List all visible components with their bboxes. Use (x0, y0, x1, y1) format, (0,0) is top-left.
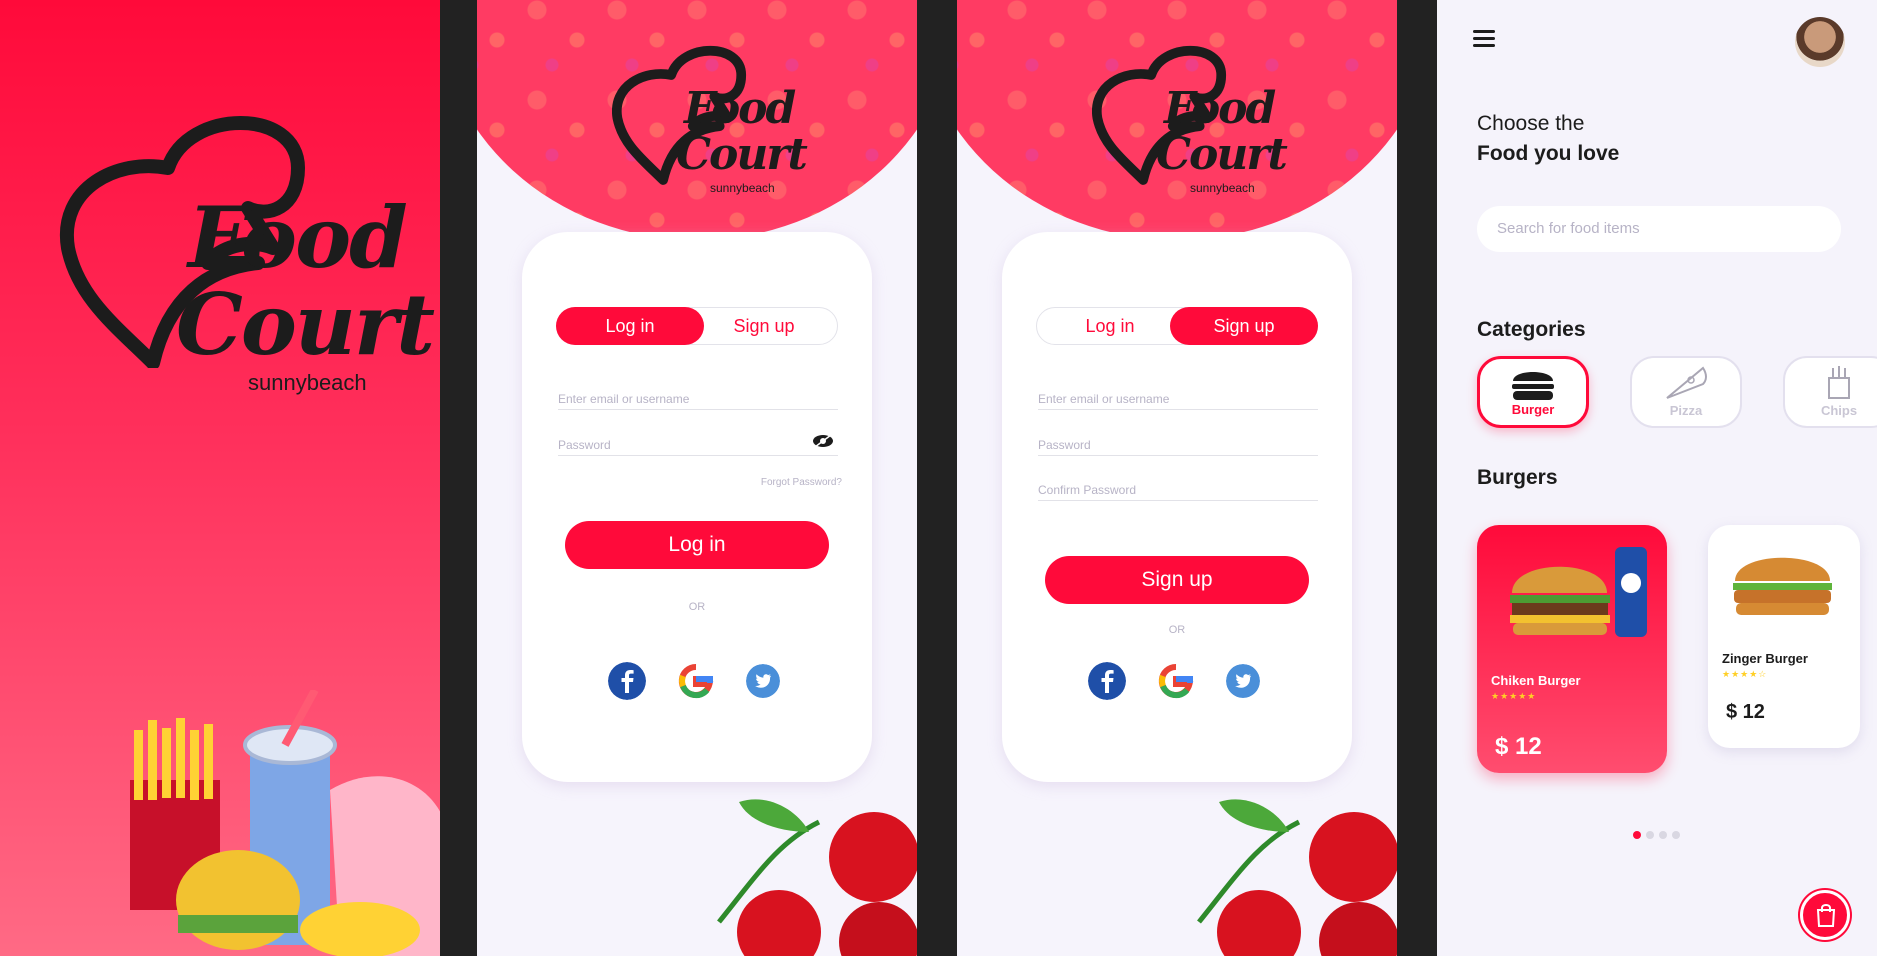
shopping-bag-button[interactable] (1800, 890, 1850, 940)
divider (1397, 0, 1437, 956)
food-name: Chiken Burger (1491, 673, 1581, 688)
facebook-icon[interactable] (608, 662, 646, 700)
confirm-password-field[interactable]: Confirm Password (1038, 473, 1318, 501)
tab-login[interactable]: Log in (1036, 307, 1184, 345)
food-card-chicken-burger[interactable]: Chiken Burger ★★★★★ $ 12 (1477, 525, 1667, 773)
carousel-dot[interactable] (1672, 831, 1680, 839)
greeting-line2: Food you love (1477, 142, 1620, 165)
burgers-section-title: Burgers (1477, 466, 1558, 489)
burger-image (1510, 547, 1647, 637)
food-card-zinger-burger[interactable]: Zinger Burger ★★★★☆ $ 12 (1708, 525, 1860, 748)
carousel-dot[interactable] (1646, 831, 1654, 839)
category-label: Pizza (1669, 403, 1703, 418)
rating-stars: ★★★★★ (1491, 691, 1537, 701)
email-field[interactable]: Enter email or username (1038, 382, 1318, 410)
auth-toggle: Log in Sign up (556, 307, 838, 345)
burger-image (1733, 557, 1832, 615)
divider (440, 0, 477, 956)
brand-word-court: Court (176, 275, 435, 374)
fast-food-illustration (130, 690, 440, 956)
shopping-bag-icon (1816, 904, 1836, 927)
category-chips[interactable]: Chips (1783, 356, 1877, 428)
pizza-icon (1666, 366, 1707, 399)
burger-icon (1512, 372, 1554, 400)
eye-slash-icon[interactable] (812, 434, 834, 448)
brand-logo: Food Court sunnybeach (612, 35, 812, 195)
stage: Food Court sunnybeach Food Court sunnybe… (0, 0, 1877, 956)
google-icon[interactable] (677, 662, 715, 700)
rating-stars: ★★★★☆ (1722, 669, 1768, 679)
tab-signup[interactable]: Sign up (1170, 307, 1318, 345)
brand-word-food: Food (684, 83, 796, 134)
login-screen: Food Court sunnybeach Log in Sign up Ent… (477, 0, 917, 956)
carousel-indicator (1633, 826, 1685, 844)
twitter-icon[interactable] (1226, 664, 1260, 698)
twitter-icon[interactable] (746, 664, 780, 698)
chips-icon (1828, 366, 1850, 399)
search-input[interactable]: Search for food items (1477, 206, 1841, 252)
carousel-dot-active[interactable] (1633, 831, 1641, 839)
brand-word-food: Food (188, 188, 408, 287)
google-icon[interactable] (1157, 662, 1195, 700)
tab-login[interactable]: Log in (556, 307, 704, 345)
login-button[interactable]: Log in (565, 521, 829, 569)
auth-toggle: Log in Sign up (1036, 307, 1318, 345)
tomato-illustration (1197, 799, 1397, 956)
brand-logo: Food Court sunnybeach (58, 98, 435, 408)
forgot-password-link[interactable]: Forgot Password? (761, 477, 842, 488)
brand-word-sunnybeach: sunnybeach (710, 181, 775, 195)
signup-card: Log in Sign up Enter email or username P… (1002, 232, 1352, 782)
food-price: $ 12 (1495, 733, 1542, 760)
brand-word-sunnybeach: sunnybeach (1190, 181, 1255, 195)
category-label: Burger (1511, 402, 1555, 417)
splash-screen: Food Court sunnybeach (0, 0, 440, 956)
greeting-line1: Choose the (1477, 112, 1585, 135)
signup-button[interactable]: Sign up (1045, 556, 1309, 604)
brand-logo: Food Court sunnybeach (1092, 35, 1292, 195)
password-placeholder: Password (558, 438, 611, 452)
password-field[interactable]: Password (558, 428, 838, 456)
facebook-icon[interactable] (1088, 662, 1126, 700)
tomato-illustration (717, 799, 917, 956)
brand-word-court: Court (1156, 129, 1288, 180)
category-burger[interactable]: Burger (1477, 356, 1589, 428)
home-screen: Choose the Food you love Search for food… (1437, 0, 1877, 956)
carousel-dot[interactable] (1659, 831, 1667, 839)
categories-title: Categories (1477, 318, 1586, 341)
category-label: Chips (1820, 403, 1858, 418)
food-price: $ 12 (1726, 701, 1765, 723)
tab-signup[interactable]: Sign up (690, 307, 838, 345)
brand-word-court: Court (676, 129, 808, 180)
signup-screen: Food Court sunnybeach Log in Sign up Ent… (957, 0, 1397, 956)
or-divider: OR (688, 601, 706, 613)
password-field[interactable]: Password (1038, 428, 1318, 456)
or-divider: OR (1168, 624, 1186, 636)
avatar[interactable] (1795, 17, 1845, 67)
brand-word-food: Food (1164, 83, 1276, 134)
food-name: Zinger Burger (1722, 651, 1808, 666)
login-card: Log in Sign up Enter email or username P… (522, 232, 872, 782)
category-pizza[interactable]: Pizza (1630, 356, 1742, 428)
email-field[interactable]: Enter email or username (558, 382, 838, 410)
divider (917, 0, 957, 956)
hamburger-menu-icon[interactable] (1473, 30, 1495, 51)
brand-word-sunnybeach: sunnybeach (248, 370, 367, 395)
